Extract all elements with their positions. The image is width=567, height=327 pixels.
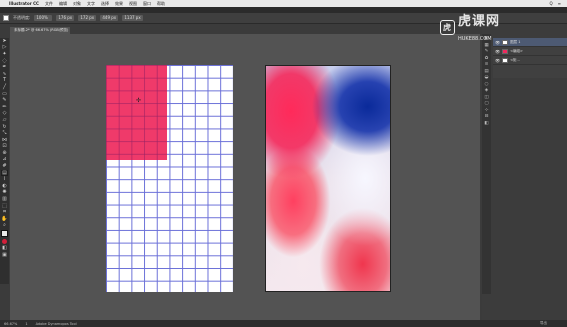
opacity-label: 不透明度: <box>13 15 31 20</box>
opacity-field[interactable]: 100% <box>34 15 53 21</box>
graphic-styles-panel-icon[interactable]: ◈ <box>485 88 488 94</box>
panel-icon-strip: ◐ ▦ ✎ ✿ ≡ ▤ ◒ ○ ◈ ◫ ▢ ⊹ ⊟ ◧ <box>482 34 491 294</box>
menu-edit[interactable]: 编辑 <box>59 1 67 7</box>
layer-row[interactable]: 👁 图层 1 <box>493 38 567 47</box>
eye-icon[interactable]: 👁 <box>495 49 500 54</box>
graph-icon[interactable]: ▥ <box>1 196 8 203</box>
layer-row[interactable]: 👁 <编组> <box>493 47 567 56</box>
menu-view[interactable]: 视图 <box>129 1 137 7</box>
artboard-gradient-mesh[interactable] <box>265 65 391 292</box>
layers-panel-icon[interactable]: ◫ <box>484 95 488 101</box>
fill-swatch[interactable] <box>3 15 9 21</box>
scale-icon[interactable]: ⤡ <box>1 130 8 137</box>
draw-mode-icon[interactable]: ◧ <box>1 245 8 252</box>
transparency-panel-icon[interactable]: ◒ <box>485 75 489 81</box>
notification-icon[interactable]: ≡ <box>558 1 561 6</box>
app-name[interactable]: Illustrator CC <box>9 1 39 6</box>
layer-thumbnail <box>502 39 509 45</box>
canvas-area[interactable] <box>10 34 480 320</box>
layers-panel: 👁 图层 1 👁 <编组> 👁 <矩... <box>493 38 567 78</box>
layer-name: <矩... <box>510 57 520 62</box>
stroke-panel-icon[interactable]: ≡ <box>485 62 489 68</box>
watermark-logo: 虎 虎课网 HUKE88.COM <box>440 10 500 44</box>
appearance-panel-icon[interactable]: ○ <box>485 82 489 88</box>
align-panel-icon[interactable]: ⊟ <box>485 114 489 120</box>
stroke-color-swatch[interactable] <box>2 239 7 245</box>
spotlight-icon[interactable]: Q <box>549 1 552 6</box>
width-field[interactable]: 449 px <box>100 15 119 21</box>
pink-rectangle[interactable] <box>106 65 167 160</box>
document-tab[interactable]: 未标题-2* @ 66.67% (RGB/预览) <box>10 27 70 34</box>
eraser-icon[interactable]: ▱ <box>1 117 8 124</box>
brushes-panel-icon[interactable]: ✎ <box>485 49 489 55</box>
menu-bar: Illustrator CC 文件 编辑 对象 文字 选择 效果 视图 窗口 帮… <box>0 0 567 7</box>
menu-help[interactable]: 帮助 <box>157 1 165 7</box>
watermark-subtext: HUKE88.COM <box>458 36 492 42</box>
watermark-icon: 虎 <box>440 19 455 35</box>
artboards-panel-icon[interactable]: ▢ <box>484 101 488 107</box>
layer-row[interactable]: 👁 <矩... <box>493 56 567 65</box>
zoom-icon[interactable]: ⌕ <box>1 223 8 230</box>
layer-thumbnail <box>502 48 509 54</box>
cursor-icon: ✢ <box>136 97 142 104</box>
layer-name: <编组> <box>510 48 523 53</box>
menu-file[interactable]: 文件 <box>45 1 53 7</box>
artboard-number[interactable]: 1 <box>25 322 27 326</box>
status-bar: 66.67% 1 Adobe Dynamopos Tool 导出 <box>0 320 567 327</box>
fill-color-swatch[interactable] <box>1 230 8 238</box>
layer-thumbnail <box>502 57 509 63</box>
mesh-icon[interactable]: # <box>1 163 8 170</box>
layer-name: 图层 1 <box>510 39 521 44</box>
status-right-label[interactable]: 导出 <box>540 321 547 326</box>
gradient-panel-icon[interactable]: ▤ <box>484 69 488 75</box>
current-tool-label: Adobe Dynamopos Tool <box>35 321 77 326</box>
tools-panel: ➤ ▷ ✦ ◌ ✒ ∿ T ╱ ▭ ✎ ✏ ◇ ▱ ↻ ⤡ ⋈ ⊡ ⊕ ⊿ # … <box>0 38 9 284</box>
menu-type[interactable]: 文字 <box>87 1 95 7</box>
magic-wand-icon[interactable]: ✦ <box>1 51 8 58</box>
pen-icon[interactable]: ✒ <box>1 64 8 71</box>
x-field[interactable]: 176 px <box>56 15 75 21</box>
eye-icon[interactable]: 👁 <box>495 58 500 63</box>
symbols-panel-icon[interactable]: ✿ <box>485 56 489 62</box>
menu-window[interactable]: 窗口 <box>143 1 151 7</box>
menu-select[interactable]: 选择 <box>101 1 109 7</box>
screen-mode-icon[interactable]: ▣ <box>1 252 8 259</box>
menu-object[interactable]: 对象 <box>73 1 81 7</box>
height-field[interactable]: 1137 px <box>122 15 143 21</box>
pathfinder-panel-icon[interactable]: ◧ <box>484 121 488 127</box>
zoom-level[interactable]: 66.67% <box>4 322 17 326</box>
transform-panel-icon[interactable]: ⊹ <box>485 108 489 114</box>
menu-effect[interactable]: 效果 <box>115 1 123 7</box>
watermark-text: 虎课网 <box>458 14 501 29</box>
y-field[interactable]: 172 px <box>78 15 97 21</box>
paintbrush-icon[interactable]: ✎ <box>1 97 8 104</box>
line-icon[interactable]: ╱ <box>1 84 8 91</box>
menubar-right: Q ≡ <box>549 1 561 6</box>
